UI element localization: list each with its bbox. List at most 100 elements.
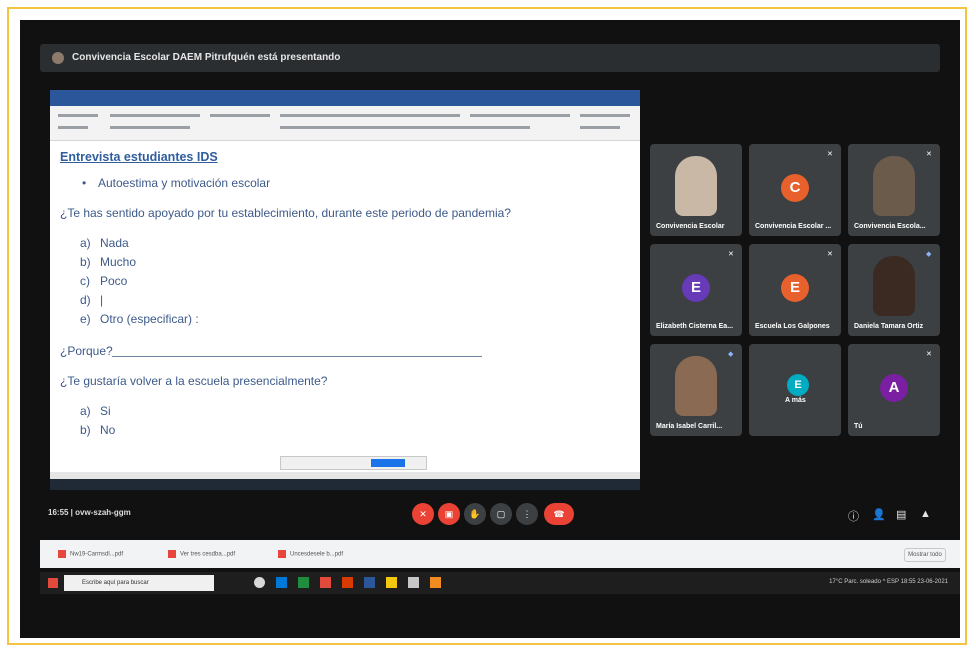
pdf-icon — [168, 550, 176, 558]
meeting-code: 16:55 | ovw-szah-ggm — [48, 508, 131, 517]
participant-name: Convivencia Escolar — [656, 223, 725, 230]
downloads-bar: Nw19-Carmsdl...pdf Ver tres cesdba...pdf… — [40, 540, 960, 568]
show-all-button[interactable]: Mostrar todo — [904, 548, 946, 562]
avatar: E — [682, 274, 710, 302]
leave-call-button[interactable]: ☎ — [544, 503, 574, 525]
word-title-bar — [50, 90, 640, 98]
participant-name: Convivencia Escolar ... — [755, 223, 832, 230]
mic-muted-icon: ✕ — [728, 251, 734, 258]
participant-tile[interactable]: ✕ Convivencia Escola... — [848, 144, 940, 236]
mic-muted-icon: ✕ — [827, 251, 833, 258]
pdf-icon — [278, 550, 286, 558]
mic-muted-icon: ✕ — [926, 351, 932, 358]
participant-name: Tú — [854, 423, 863, 430]
word-ribbon-tabs — [50, 98, 640, 106]
participant-video — [873, 256, 915, 316]
download-item[interactable]: Nw19-Carmsdl...pdf — [58, 550, 123, 558]
activities-icon[interactable]: ▲ — [920, 508, 931, 520]
info-icon[interactable]: ⓘ — [848, 508, 859, 524]
more-options-icon[interactable]: ⋮ — [516, 503, 538, 525]
chrome-icon[interactable] — [320, 577, 331, 588]
presenter-avatar — [52, 52, 64, 64]
text-cursor: | — [100, 293, 104, 307]
option-letter: d) — [80, 293, 91, 307]
people-icon[interactable]: 👤 — [872, 508, 886, 521]
present-screen-icon[interactable]: ▢ — [490, 503, 512, 525]
word-icon[interactable] — [364, 577, 375, 588]
download-item[interactable]: Uncesdesele b...pdf — [278, 550, 343, 558]
document-body[interactable]: Entrevista estudiantes IDS • Autoestima … — [50, 142, 640, 472]
participant-tile[interactable]: ✕ C Convivencia Escolar ... — [749, 144, 841, 236]
option-text: Mucho — [100, 255, 137, 269]
speaking-icon: ◆ — [728, 351, 734, 358]
participant-name: María Isabel Carril... — [656, 423, 723, 430]
shared-taskbar — [50, 479, 640, 490]
word-ribbon — [50, 106, 640, 141]
option-letter: a) — [80, 404, 91, 418]
pdf-icon — [58, 550, 66, 558]
option-text: Nada — [100, 236, 129, 250]
sharing-popup — [280, 456, 427, 470]
option-letter: a) — [80, 236, 91, 250]
option-letter: b) — [80, 255, 91, 269]
mic-off-icon[interactable]: ✕ — [412, 503, 434, 525]
download-item[interactable]: Ver tres cesdba...pdf — [168, 550, 235, 558]
participant-video — [675, 156, 717, 216]
participant-tile-more[interactable]: E A más — [749, 344, 841, 436]
participant-tile[interactable]: ◆ Daniela Tamara Ortiz — [848, 244, 940, 336]
option-letter: b) — [80, 423, 91, 437]
participant-name: Elizabeth Cisterna Ea... — [656, 323, 734, 330]
system-tray: 17°C Parc. soleado ^ ESP 18:55 23-06-202… — [829, 579, 948, 585]
question-1: ¿Te has sentido apoyado por tu estableci… — [60, 206, 511, 220]
participant-tile-self[interactable]: ✕ A Tú — [848, 344, 940, 436]
raise-hand-icon[interactable]: ✋ — [464, 503, 486, 525]
participant-name: Daniela Tamara Ortiz — [854, 323, 924, 330]
participant-name: Convivencia Escola... — [854, 223, 926, 230]
excel-icon[interactable] — [298, 577, 309, 588]
participant-tile[interactable]: ✕ E Elizabeth Cisterna Ea... — [650, 244, 742, 336]
porque-label: ¿Porque? — [60, 344, 113, 358]
speaking-icon: ◆ — [926, 251, 932, 258]
bullet-text: Autoestima y motivación escolar — [98, 176, 271, 190]
option-letter: c) — [80, 274, 90, 288]
option-letter: e) — [80, 312, 91, 326]
mic-muted-icon: ✕ — [926, 151, 932, 158]
taskbar-search[interactable]: Escribe aquí para buscar — [64, 575, 214, 591]
task-view-icon[interactable] — [254, 577, 265, 588]
question-2: ¿Te gustaría volver a la escuela presenc… — [60, 374, 328, 388]
participant-video — [873, 156, 915, 216]
avatar: E — [781, 274, 809, 302]
document-title: Entrevista estudiantes IDS — [60, 150, 218, 164]
option-text: Si — [100, 404, 111, 418]
chat-icon[interactable]: ▤ — [896, 508, 906, 521]
edge-icon[interactable] — [276, 577, 287, 588]
participant-tile[interactable]: ◆ María Isabel Carril... — [650, 344, 742, 436]
avatar: E — [787, 374, 809, 396]
option-text: Poco — [100, 274, 128, 288]
windows-taskbar: Escribe aquí para buscar 17°C Parc. sole… — [40, 572, 960, 594]
participant-name: Escuela Los Galpones — [755, 323, 830, 330]
stop-sharing-button[interactable] — [371, 459, 405, 467]
participant-tile[interactable]: Convivencia Escolar — [650, 144, 742, 236]
avatar: A — [880, 374, 908, 402]
powerpoint-icon[interactable] — [342, 577, 353, 588]
answer-line — [112, 356, 482, 357]
windows-start-icon[interactable] — [48, 578, 58, 588]
participant-video — [675, 356, 717, 416]
avatar: C — [781, 174, 809, 202]
presenting-banner: Convivencia Escolar DAEM Pitrufquén está… — [40, 44, 940, 72]
app-icon[interactable] — [430, 577, 441, 588]
meet-controls-bar: 16:55 | ovw-szah-ggm ✕ ▣ ✋ ▢ ⋮ ☎ ⓘ 👤 ▤ ▲ — [40, 494, 940, 534]
participant-tile[interactable]: ✕ E Escuela Los Galpones — [749, 244, 841, 336]
bullet-dot: • — [82, 176, 87, 190]
shared-screen: Entrevista estudiantes IDS • Autoestima … — [50, 90, 640, 490]
option-text: No — [100, 423, 116, 437]
camera-off-icon[interactable]: ▣ — [438, 503, 460, 525]
app-icon[interactable] — [408, 577, 419, 588]
option-text: Otro (especificar) : — [100, 312, 199, 326]
folder-icon[interactable] — [386, 577, 397, 588]
mic-muted-icon: ✕ — [827, 151, 833, 158]
word-status-bar — [50, 472, 640, 479]
participant-name: A más — [785, 397, 806, 404]
presenting-text: Convivencia Escolar DAEM Pitrufquén está… — [72, 52, 341, 63]
